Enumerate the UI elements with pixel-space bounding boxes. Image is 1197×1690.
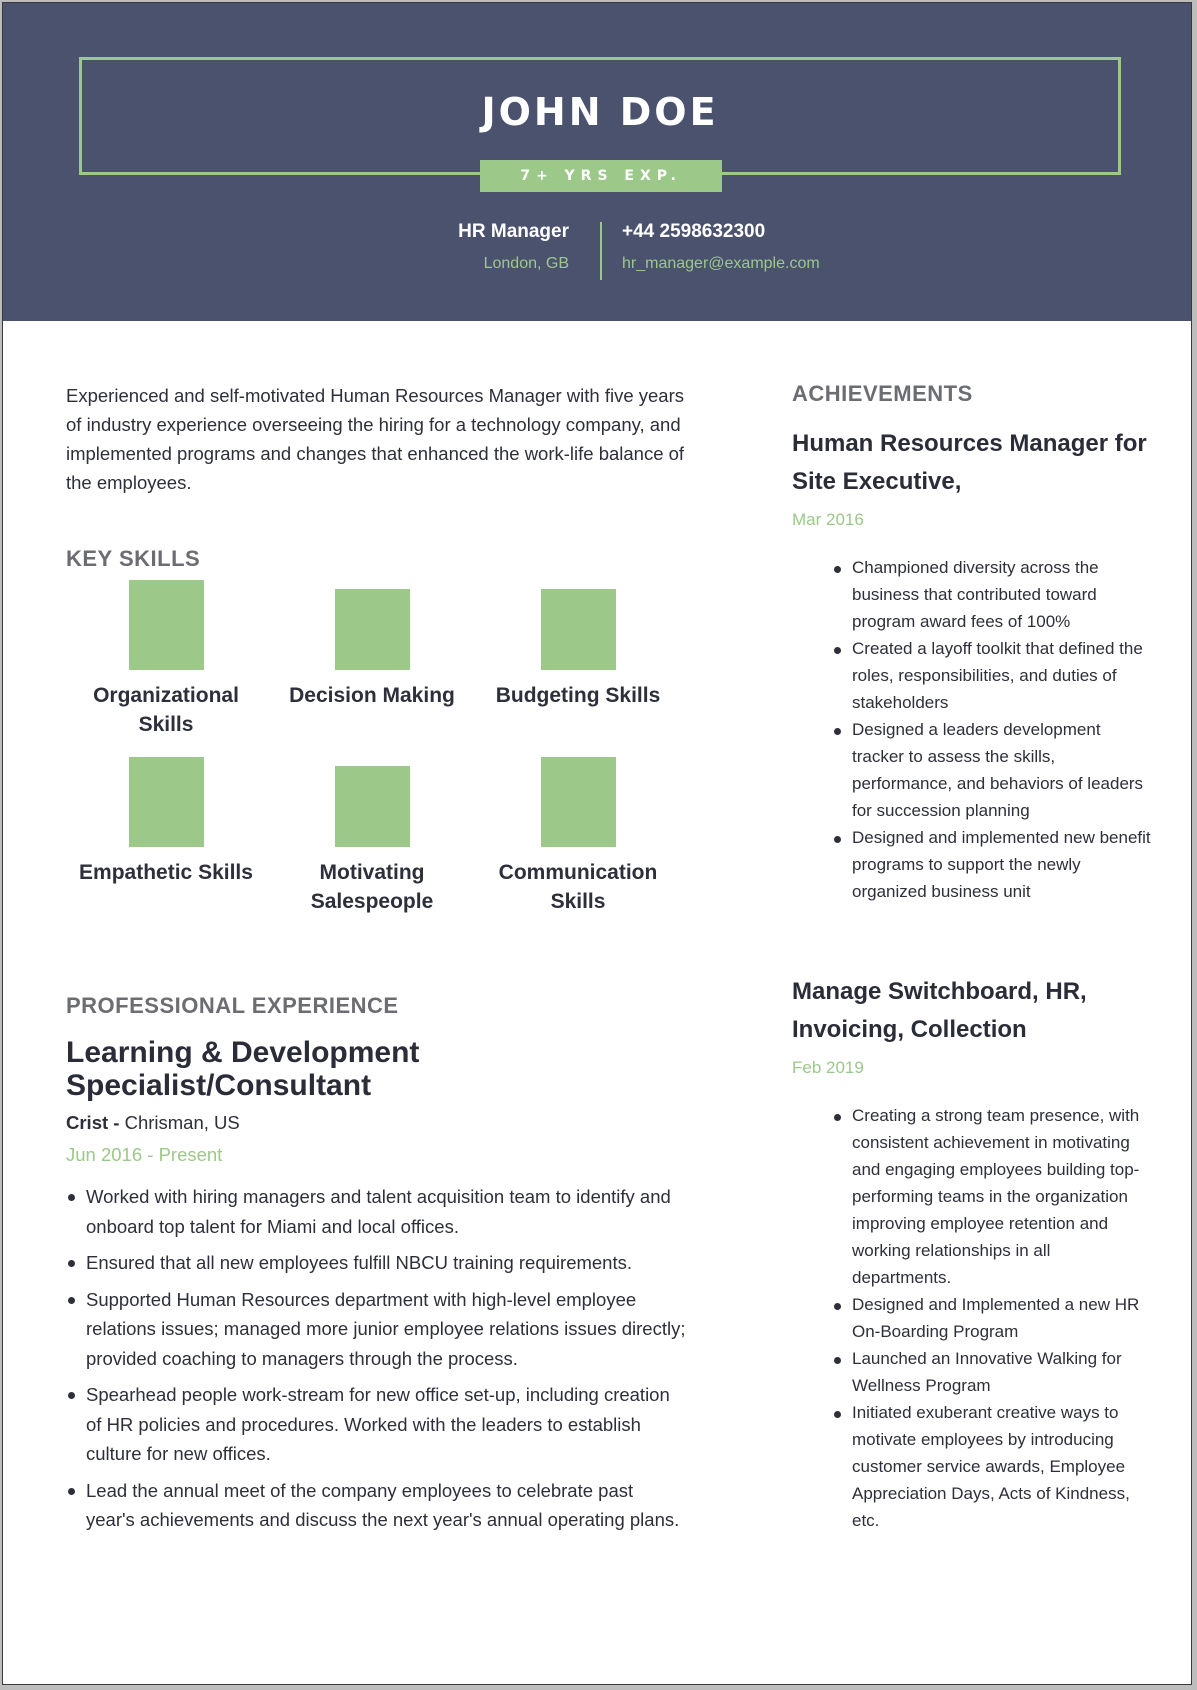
achievement-bullet: Designed and implemented new benefit pro… (834, 824, 1152, 905)
skill-item: Motivating Salespeople (272, 757, 472, 916)
achievement-bullet: Creating a strong team presence, with co… (834, 1102, 1152, 1291)
job-bullet: Ensured that all new employees fulfill N… (68, 1248, 686, 1278)
achievement-entry: Manage Switchboard, HR, Invoicing, Colle… (792, 973, 1162, 1534)
company-name: Crist - (66, 1112, 120, 1133)
job-company-line: Crist - Chrisman, US (66, 1112, 706, 1134)
achievement-bullet: Designed a leaders development tracker t… (834, 716, 1152, 824)
left-column: Experienced and self-motivated Human Res… (66, 381, 706, 1530)
name-frame: JOHN DOE (79, 57, 1121, 175)
contact-right: +44 2598632300 hr_manager@example.com (622, 221, 820, 273)
job-dates: Jun 2016 - Present (66, 1144, 223, 1165)
skills-grid: Organizational Skills Decision Making Bu… (66, 580, 706, 940)
job-bullet: Lead the annual meet of the company empl… (68, 1476, 686, 1535)
achievement-bullet: Created a layoff toolkit that defined th… (834, 635, 1152, 716)
skill-item: Communication Skills (478, 757, 678, 916)
candidate-name: JOHN DOE (481, 90, 719, 134)
job-entry-title: Learning & Development Specialist/Consul… (66, 1036, 420, 1102)
achievement-title: Human Resources Manager for Site Executi… (792, 430, 1147, 495)
experience-badge: 7+ YRS EXP. (480, 160, 722, 192)
skill-label: Motivating Salespeople (310, 861, 434, 913)
skill-level-track (334, 757, 410, 847)
job-bullet: Worked with hiring managers and talent a… (68, 1182, 686, 1241)
experience-heading: PROFESSIONAL EXPERIENCE (66, 993, 399, 1018)
skill-item: Budgeting Skills (478, 580, 678, 710)
resume-page: JOHN DOE 7+ YRS EXP. HR Manager London, … (2, 2, 1192, 1685)
skill-level-bar (128, 757, 204, 847)
phone-number[interactable]: +44 2598632300 (622, 221, 820, 251)
skill-level-bar (540, 757, 616, 847)
summary-text: Experienced and self-motivated Human Res… (66, 385, 685, 493)
achievement-date: Feb 2019 (792, 1058, 864, 1077)
achievement-bullet: Championed diversity across the business… (834, 554, 1152, 635)
skill-level-bar (334, 766, 410, 847)
skill-item: Organizational Skills (66, 580, 266, 739)
achievement-bullet: Initiated exuberant creative ways to mot… (834, 1399, 1152, 1534)
right-column: ACHIEVEMENTS Human Resources Manager for… (792, 381, 1162, 1530)
achievements-heading: ACHIEVEMENTS (792, 381, 973, 406)
job-entry: Learning & Development Specialist/Consul… (66, 1036, 706, 1542)
skill-label: Budgeting Skills (495, 684, 661, 707)
skill-level-track (128, 757, 204, 847)
skill-level-track (540, 580, 616, 670)
achievement-bullets: Creating a strong team presence, with co… (792, 1102, 1162, 1534)
skill-level-track (334, 580, 410, 670)
skill-label: Decision Making (289, 684, 455, 707)
key-skills-heading: KEY SKILLS (66, 546, 201, 571)
resume-header: JOHN DOE 7+ YRS EXP. HR Manager London, … (3, 3, 1191, 321)
achievement-date: Mar 2016 (792, 510, 864, 529)
skill-level-bar (334, 589, 410, 670)
job-title: HR Manager (458, 221, 569, 242)
achievement-bullets: Championed diversity across the business… (792, 554, 1162, 905)
achievement-bullet: Launched an Innovative Walking for Welln… (834, 1345, 1152, 1399)
job-bullet: Supported Human Resources department wit… (68, 1285, 686, 1374)
achievement-title: Manage Switchboard, HR, Invoicing, Colle… (792, 978, 1087, 1043)
location: London, GB (483, 255, 569, 272)
job-bullet: Spearhead people work-stream for new off… (68, 1380, 686, 1469)
achievement-entry: Human Resources Manager for Site Executi… (792, 425, 1162, 905)
skill-level-track (540, 757, 616, 847)
skill-level-bar (128, 580, 204, 670)
job-bullets: Worked with hiring managers and talent a… (66, 1182, 706, 1535)
company-location: Chrisman, US (124, 1112, 240, 1133)
skill-label: Empathetic Skills (79, 861, 253, 884)
skill-label: Organizational Skills (93, 684, 239, 736)
skill-item: Decision Making (272, 580, 472, 710)
contact-divider (600, 222, 602, 280)
contact-left: HR Manager London, GB (458, 221, 569, 273)
achievement-bullet: Designed and Implemented a new HR On-Boa… (834, 1291, 1152, 1345)
skill-label: Communication Skills (498, 861, 658, 913)
skill-level-track (128, 580, 204, 670)
skill-level-bar (540, 589, 616, 670)
email-link[interactable]: hr_manager@example.com (622, 255, 820, 273)
skill-item: Empathetic Skills (66, 757, 266, 887)
